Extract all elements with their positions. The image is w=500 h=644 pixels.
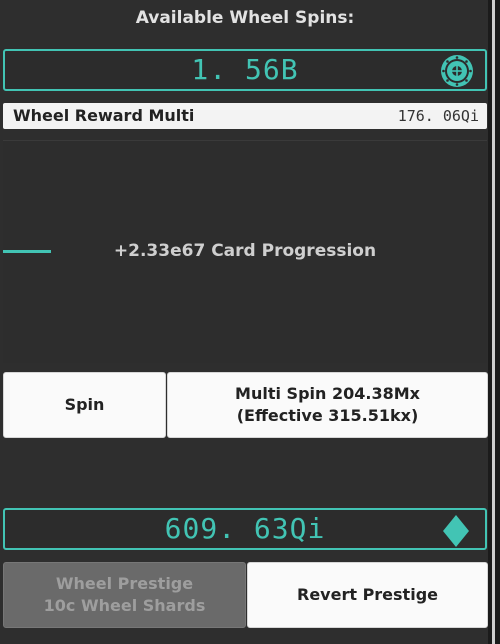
spin-button-label: Spin (64, 395, 105, 414)
multi-spin-effective-label: (Effective 315.51kx) (236, 406, 419, 425)
wheel-spins-counter: 1. 56B (3, 49, 487, 91)
wheel-panel: Available Wheel Spins: 1. 56B Wheel Rewa… (0, 0, 500, 644)
wheel-shards-value: 609. 63Qi (164, 512, 326, 545)
wheel-prestige-button[interactable]: Wheel Prestige 10c Wheel Shards (3, 562, 246, 628)
multi-spin-label: Multi Spin 204.38Mx (235, 384, 420, 403)
wheel-icon (441, 55, 473, 87)
spin-button[interactable]: Spin (3, 372, 166, 438)
revert-prestige-button[interactable]: Revert Prestige (247, 562, 488, 628)
multi-spin-button[interactable]: Multi Spin 204.38Mx (Effective 315.51kx) (167, 372, 488, 438)
wheel-reward-multi-label: Wheel Reward Multi (13, 106, 195, 125)
revert-prestige-label: Revert Prestige (297, 585, 438, 604)
wheel-prestige-label: Wheel Prestige (55, 574, 194, 593)
wheel-spins-value: 1. 56B (191, 53, 299, 86)
card-progression-text: +2.33e67 Card Progression (113, 241, 377, 261)
scrollbar[interactable] (488, 0, 500, 644)
wheel-reward-multi-row: Wheel Reward Multi 176. 06Qi (3, 103, 487, 129)
card-progression-area: +2.33e67 Card Progression (3, 140, 487, 363)
wheel-prestige-cost: 10c Wheel Shards (43, 596, 206, 615)
wheel-shards-counter: 609. 63Qi (3, 508, 487, 550)
available-spins-title: Available Wheel Spins: (135, 8, 355, 28)
diamond-icon (443, 515, 469, 547)
wheel-reward-multi-value: 176. 06Qi (397, 107, 479, 125)
